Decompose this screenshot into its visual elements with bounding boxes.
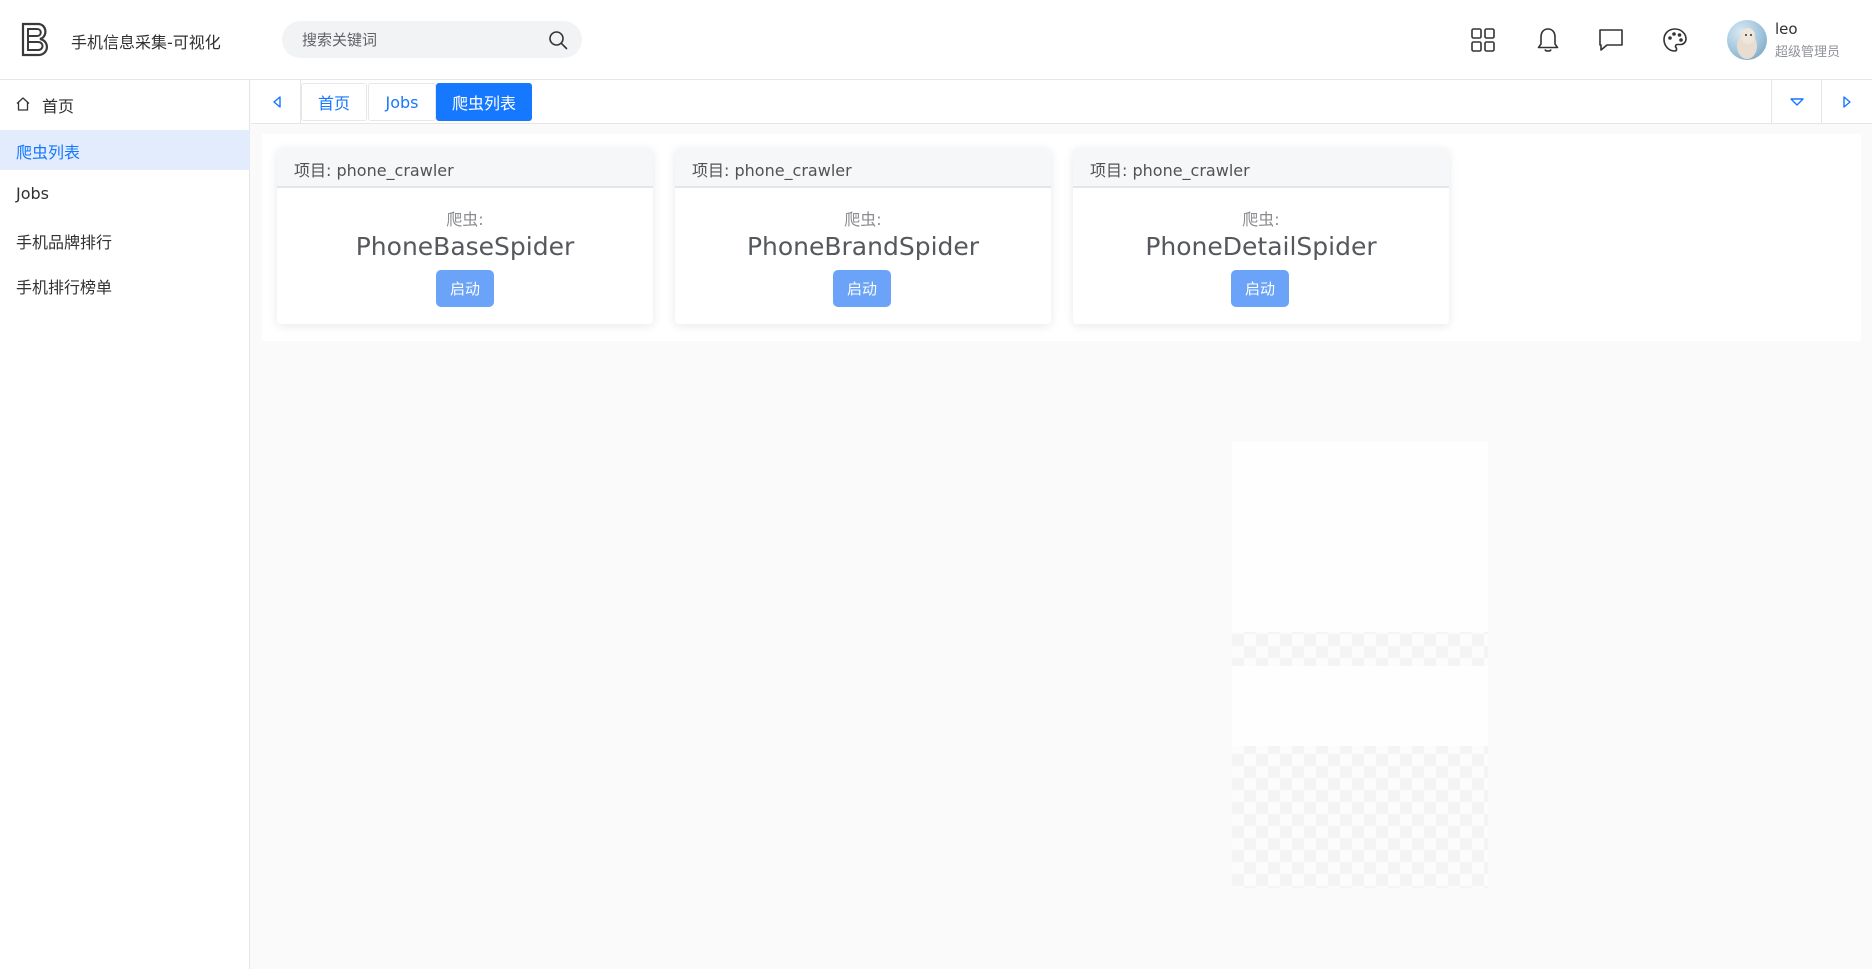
- card-header: 项目: phone_crawler: [675, 148, 1051, 188]
- search-icon[interactable]: [548, 30, 568, 50]
- sidebar-item-label: 爬虫列表: [16, 143, 81, 162]
- search-input[interactable]: [302, 21, 542, 58]
- user-role: 超级管理员: [1775, 45, 1841, 60]
- caret-left-icon: [273, 96, 281, 108]
- card-header: 项目: phone_crawler: [277, 148, 653, 188]
- avatar[interactable]: [1727, 20, 1767, 60]
- sidebar: 首页 爬虫列表 Jobs 手机品牌排行 手机排行榜单: [0, 80, 250, 969]
- spider-card: 项目: phone_crawler 爬虫: PhoneBaseSpider 启动: [277, 148, 653, 324]
- tab-home[interactable]: 首页: [301, 83, 367, 121]
- card-project: 项目: phone_crawler: [294, 161, 454, 180]
- home-icon: [16, 97, 30, 111]
- card-spider-name: PhoneDetailSpider: [1145, 232, 1377, 261]
- card-spider-name: PhoneBrandSpider: [746, 232, 980, 261]
- tab-label: 爬虫列表: [451, 94, 516, 113]
- user-name[interactable]: leo: [1775, 20, 1798, 38]
- tabs-dropdown[interactable]: [1771, 80, 1821, 124]
- start-button[interactable]: 启动: [1231, 270, 1289, 307]
- tab-label: Jobs: [385, 92, 419, 112]
- start-button[interactable]: 启动: [436, 270, 494, 307]
- card-project: 项目: phone_crawler: [1090, 161, 1250, 180]
- sidebar-item-label: 手机排行榜单: [16, 278, 113, 297]
- app-root: 手机信息采集-可视化 搜索关键词 leo 超级管理员 首页 爬虫列表 Jobs …: [0, 0, 1872, 969]
- bell-icon[interactable]: [1534, 26, 1562, 54]
- sidebar-item-label: Jobs: [16, 184, 49, 203]
- sidebar-item-label: 手机品牌排行: [16, 233, 113, 252]
- spider-card: 项目: phone_crawler 爬虫: PhoneDetailSpider …: [1073, 148, 1449, 324]
- tabs-scroll-left[interactable]: [251, 80, 301, 124]
- tabs-scroll-right[interactable]: [1821, 80, 1872, 124]
- card-spider-name: PhoneBaseSpider: [355, 232, 575, 261]
- sidebar-item-label: 首页: [42, 97, 75, 116]
- sidebar-item-phone-ranking[interactable]: 手机排行榜单: [0, 265, 250, 305]
- sidebar-item-home[interactable]: 首页: [0, 84, 250, 124]
- caret-right-icon: [1843, 96, 1851, 108]
- faint-image-placeholder: [1232, 442, 1488, 888]
- message-icon[interactable]: [1597, 26, 1625, 54]
- grid-icon[interactable]: [1469, 26, 1497, 54]
- tab-jobs[interactable]: Jobs: [368, 83, 436, 121]
- palette-icon[interactable]: [1661, 26, 1689, 54]
- caret-down-icon: [1790, 98, 1804, 106]
- sidebar-item-spider-list[interactable]: 爬虫列表: [0, 130, 250, 170]
- start-button[interactable]: 启动: [833, 270, 891, 307]
- card-project: 项目: phone_crawler: [692, 161, 852, 180]
- card-spider-label: 爬虫:: [1242, 210, 1280, 229]
- card-header: 项目: phone_crawler: [1073, 148, 1449, 188]
- tab-spider-list[interactable]: 爬虫列表: [436, 83, 532, 121]
- app-title: 手机信息采集-可视化: [71, 33, 221, 52]
- card-spider-label: 爬虫:: [446, 210, 484, 229]
- avatar-image: [1737, 28, 1757, 59]
- sidebar-item-brand-ranking[interactable]: 手机品牌排行: [0, 220, 250, 260]
- tab-label: 首页: [317, 94, 350, 113]
- spider-card: 项目: phone_crawler 爬虫: PhoneBrandSpider 启…: [675, 148, 1051, 324]
- sidebar-item-jobs[interactable]: Jobs: [0, 175, 250, 215]
- search-box: [282, 21, 582, 58]
- tabs-bar: 首页 Jobs 爬虫列表: [251, 80, 1872, 124]
- top-header: 手机信息采集-可视化 搜索关键词 leo 超级管理员: [0, 0, 1872, 80]
- card-spider-label: 爬虫:: [844, 210, 882, 229]
- logo-icon: [21, 22, 48, 57]
